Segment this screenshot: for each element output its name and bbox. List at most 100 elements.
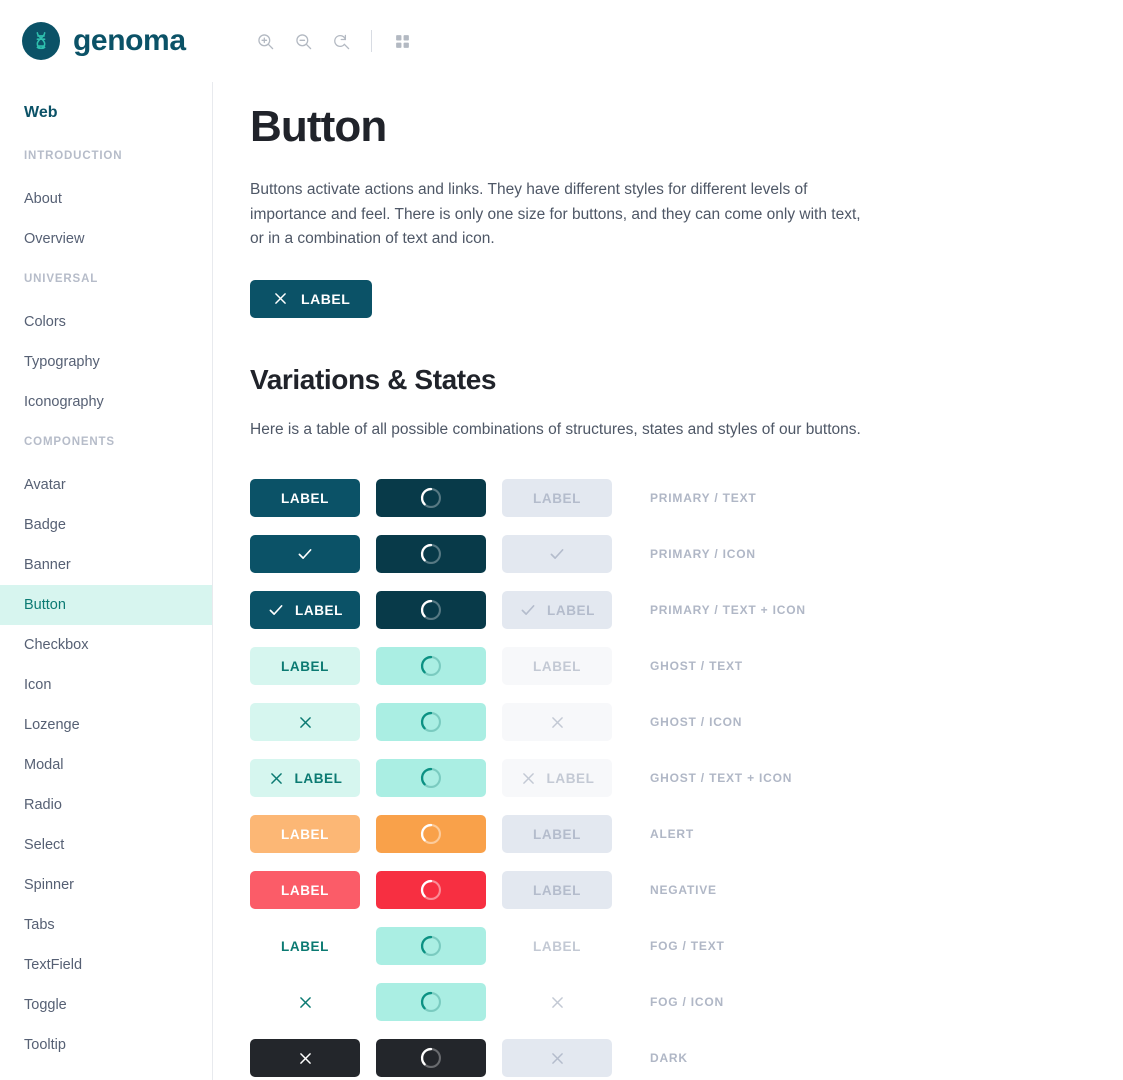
variation-row: LABEL LABEL PRIMARY / TEXT	[250, 470, 1083, 526]
sidebar-item-modal[interactable]: Modal	[0, 745, 212, 785]
close-x-icon	[549, 1050, 566, 1067]
zoom-reset-icon[interactable]	[326, 26, 356, 56]
variation-button-disabled	[502, 983, 612, 1021]
variation-cell-loading	[376, 591, 502, 629]
loading-spinner-icon	[418, 653, 444, 679]
variation-button-normal[interactable]	[250, 983, 360, 1021]
variation-row: PRIMARY / ICON	[250, 526, 1083, 582]
top-bar: genoma	[0, 0, 1123, 82]
sidebar-item-iconography[interactable]: Iconography	[0, 382, 212, 422]
variation-button-normal[interactable]	[250, 703, 360, 741]
variation-row: LABEL LABEL NEGATIVE	[250, 862, 1083, 918]
variation-button-disabled: LABEL	[502, 647, 612, 685]
variation-row-label: PRIMARY / TEXT	[650, 491, 757, 505]
variation-button-loading[interactable]	[376, 647, 486, 685]
app-root: genoma Web INTRODUCTION About Overview U…	[0, 0, 1123, 1080]
hero-label-button[interactable]: LABEL	[250, 279, 373, 318]
variation-cell-loading	[376, 983, 502, 1021]
sidebar-item-tooltip[interactable]: Tooltip	[0, 1025, 212, 1065]
variation-button-loading[interactable]	[376, 927, 486, 965]
variation-button-loading[interactable]	[376, 591, 486, 629]
variation-button-normal[interactable]: LABEL	[250, 815, 360, 853]
sidebar-item-checkbox[interactable]: Checkbox	[0, 625, 212, 665]
variation-button-normal[interactable]: LABEL	[250, 927, 360, 965]
close-x-icon	[549, 714, 566, 731]
sidebar-item-typography[interactable]: Typography	[0, 342, 212, 382]
sidebar-item-icon[interactable]: Icon	[0, 665, 212, 705]
sidebar-item-radio[interactable]: Radio	[0, 785, 212, 825]
check-icon	[296, 545, 314, 563]
variation-cell-loading	[376, 647, 502, 685]
variation-button-loading[interactable]	[376, 1039, 486, 1077]
variation-row-label: GHOST / TEXT + ICON	[650, 771, 793, 785]
variation-row-label: PRIMARY / ICON	[650, 547, 756, 561]
variation-button-loading[interactable]	[376, 983, 486, 1021]
sidebar-item-about[interactable]: About	[0, 179, 212, 219]
variation-button-label: LABEL	[281, 882, 329, 898]
variation-cell-loading	[376, 927, 502, 965]
brand-logo[interactable]: genoma	[0, 22, 213, 60]
sidebar-item-select[interactable]: Select	[0, 825, 212, 865]
variation-button-normal[interactable]: LABEL	[250, 591, 360, 629]
sidebar-item-toggle[interactable]: Toggle	[0, 985, 212, 1025]
variation-button-label: LABEL	[533, 882, 581, 898]
variation-cell-normal: LABEL	[250, 927, 376, 965]
variation-cell-normal	[250, 535, 376, 573]
variation-cell-disabled: LABEL	[502, 927, 628, 965]
variation-row-label: GHOST / TEXT	[650, 659, 743, 673]
variation-button-label: LABEL	[281, 658, 329, 674]
sidebar: Web INTRODUCTION About Overview UNIVERSAL Co…	[0, 82, 213, 1080]
sidebar-group-label: COMPONENTS	[24, 436, 115, 448]
loading-spinner-icon	[418, 709, 444, 735]
variation-cell-normal: LABEL	[250, 815, 376, 853]
variation-button-normal[interactable]: LABEL	[250, 479, 360, 517]
variation-button-loading[interactable]	[376, 535, 486, 573]
variation-button-disabled: LABEL	[502, 871, 612, 909]
variation-cell-disabled	[502, 535, 628, 573]
sidebar-item-avatar[interactable]: Avatar	[0, 465, 212, 505]
variation-button-normal[interactable]: LABEL	[250, 871, 360, 909]
variation-button-disabled: LABEL	[502, 479, 612, 517]
check-icon	[519, 601, 537, 619]
variation-button-disabled: LABEL	[502, 759, 612, 797]
variation-button-loading[interactable]	[376, 703, 486, 741]
variation-row-label: DARK	[650, 1051, 688, 1065]
variation-button-disabled: LABEL	[502, 927, 612, 965]
variation-button-normal[interactable]	[250, 1039, 360, 1077]
variation-row-label: FOG / TEXT	[650, 939, 725, 953]
variation-button-loading[interactable]	[376, 871, 486, 909]
variation-button-normal[interactable]	[250, 535, 360, 573]
loading-spinner-icon	[418, 765, 444, 791]
variation-cell-loading	[376, 871, 502, 909]
grid-view-icon[interactable]	[387, 26, 417, 56]
sidebar-item-tabs[interactable]: Tabs	[0, 905, 212, 945]
loading-spinner-icon	[418, 821, 444, 847]
variation-button-normal[interactable]: LABEL	[250, 647, 360, 685]
variation-cell-disabled	[502, 703, 628, 741]
variation-button-label: LABEL	[294, 770, 343, 786]
variation-button-loading[interactable]	[376, 815, 486, 853]
sidebar-item-lozenge[interactable]: Lozenge	[0, 705, 212, 745]
variation-cell-disabled: LABEL	[502, 815, 628, 853]
sidebar-item-badge[interactable]: Badge	[0, 505, 212, 545]
loading-spinner-icon	[418, 1045, 444, 1071]
zoom-out-icon[interactable]	[288, 26, 318, 56]
variation-button-loading[interactable]	[376, 759, 486, 797]
variation-cell-normal: LABEL	[250, 591, 376, 629]
sidebar-item-overview[interactable]: Overview	[0, 219, 212, 259]
close-x-icon	[520, 770, 537, 787]
variation-button-loading[interactable]	[376, 479, 486, 517]
close-x-icon	[549, 994, 566, 1011]
variation-cell-normal: LABEL	[250, 871, 376, 909]
zoom-in-icon[interactable]	[250, 26, 280, 56]
variation-cell-loading	[376, 1039, 502, 1077]
variation-row: GHOST / ICON	[250, 694, 1083, 750]
sidebar-item-banner[interactable]: Banner	[0, 545, 212, 585]
variation-cell-loading	[376, 479, 502, 517]
loading-spinner-icon	[418, 541, 444, 567]
sidebar-item-button[interactable]: Button	[0, 585, 212, 625]
sidebar-item-textfield[interactable]: TextField	[0, 945, 212, 985]
sidebar-item-spinner[interactable]: Spinner	[0, 865, 212, 905]
sidebar-item-colors[interactable]: Colors	[0, 302, 212, 342]
variation-button-normal[interactable]: LABEL	[250, 759, 360, 797]
